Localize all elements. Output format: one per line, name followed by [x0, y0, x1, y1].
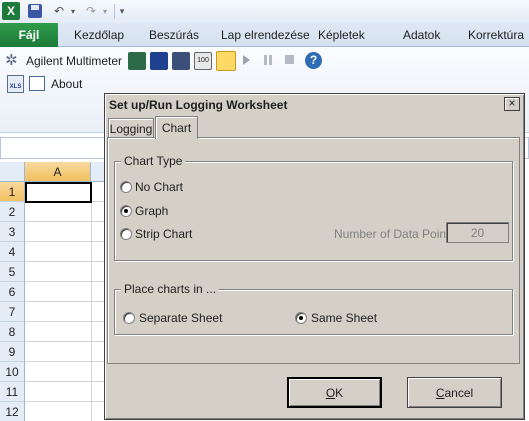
row-header[interactable]: 8 [0, 322, 25, 342]
tab-file[interactable]: Fájl [0, 23, 58, 47]
tab-formulas[interactable]: Képletek [318, 23, 365, 47]
stop-icon[interactable] [285, 55, 294, 64]
redo-icon[interactable]: ↷ [83, 3, 99, 19]
grid-row[interactable] [25, 262, 105, 282]
quick-access-toolbar: X ↶ ▾ ↷ ▾ ▾ [0, 0, 529, 23]
row-header[interactable]: 5 [0, 262, 25, 282]
row-header[interactable]: 4 [0, 242, 25, 262]
chart-setup-icon[interactable] [216, 51, 236, 71]
tab-data[interactable]: Adatok [403, 23, 440, 47]
chart-type-group [114, 161, 513, 261]
logging-setup-icon[interactable] [150, 52, 168, 70]
row-header[interactable]: 12 [0, 402, 25, 421]
separate-sheet-label[interactable]: Separate Sheet [139, 311, 222, 325]
column-header-a[interactable]: A [25, 162, 91, 182]
addin-name[interactable]: Agilent Multimeter [26, 54, 122, 68]
row-header[interactable]: 9 [0, 342, 25, 362]
grid-row[interactable] [25, 302, 105, 322]
row-header[interactable]: 10 [0, 362, 25, 382]
cancel-button[interactable]: Cancel [407, 377, 502, 408]
data-points-label: Number of Data Points [334, 227, 456, 241]
grid-row[interactable] [25, 342, 105, 362]
redo-dropdown-icon[interactable]: ▾ [100, 3, 110, 19]
customize-toolbar-icon[interactable]: ▾ [117, 3, 127, 19]
row-header[interactable]: 3 [0, 222, 25, 242]
multimeter-gear-icon: ✲ [5, 52, 18, 69]
chart-type-title: Chart Type [121, 154, 186, 168]
close-icon: × [508, 96, 516, 110]
worksheet-grid: A 1 2 3 4 5 6 7 8 9 10 11 12 [0, 162, 105, 421]
dialog-title: Set up/Run Logging Worksheet [107, 96, 522, 114]
strip-chart-label[interactable]: Strip Chart [135, 227, 192, 241]
help-icon[interactable]: ? [305, 52, 322, 69]
same-sheet-label[interactable]: Same Sheet [311, 311, 377, 325]
grid-row[interactable] [25, 242, 105, 262]
tab-insert[interactable]: Beszúrás [149, 23, 199, 47]
data-points-field[interactable]: 20 [446, 222, 509, 243]
row-header[interactable]: 6 [0, 282, 25, 302]
select-all-corner[interactable] [0, 162, 25, 182]
strip-chart-radio[interactable] [120, 228, 132, 240]
logging-worksheet-dialog: Set up/Run Logging Worksheet × Logging C… [104, 93, 525, 420]
undo-dropdown-icon[interactable]: ▾ [68, 3, 78, 19]
save-icon[interactable] [28, 4, 42, 18]
no-chart-label[interactable]: No Chart [135, 180, 183, 194]
tab-chart[interactable]: Chart [155, 116, 198, 139]
ok-button[interactable]: OK [287, 377, 382, 408]
measure-icon[interactable] [172, 52, 190, 70]
graph-radio[interactable] [120, 205, 132, 217]
tab-home[interactable]: Kezdőlap [74, 23, 124, 47]
data-points-icon[interactable]: 100 [194, 52, 212, 70]
column-divider [91, 182, 92, 421]
row-header[interactable]: 1 [0, 182, 25, 202]
grid-row[interactable] [25, 362, 105, 382]
no-chart-radio[interactable] [120, 181, 132, 193]
undo-icon[interactable]: ↶ [51, 3, 67, 19]
ribbon-tabs: Fájl Kezdőlap Beszúrás Lap elrendezése K… [0, 23, 529, 47]
row-header[interactable]: 7 [0, 302, 25, 322]
grid-row[interactable] [25, 282, 105, 302]
about-icon[interactable] [29, 76, 45, 91]
same-sheet-radio[interactable] [295, 312, 307, 324]
grid-row[interactable] [25, 402, 105, 421]
graph-label[interactable]: Graph [135, 204, 168, 218]
tab-logging[interactable]: Logging [108, 118, 154, 138]
about-label[interactable]: About [51, 77, 82, 91]
separate-sheet-radio[interactable] [123, 312, 135, 324]
row-header[interactable]: 2 [0, 202, 25, 222]
run-icon[interactable] [243, 55, 250, 65]
toolbar-separator [114, 4, 115, 19]
row-header[interactable]: 11 [0, 382, 25, 402]
grid-row[interactable] [25, 382, 105, 402]
grid-row[interactable] [25, 222, 105, 242]
chart-tab-panel: Chart Type No Chart Graph Strip Chart Nu… [107, 137, 520, 364]
grid-row[interactable] [25, 202, 105, 222]
grid-row[interactable] [25, 322, 105, 342]
close-button[interactable]: × [504, 97, 520, 111]
pause-icon[interactable] [264, 55, 272, 65]
place-charts-title: Place charts in ... [121, 282, 220, 296]
tab-page-layout[interactable]: Lap elrendezése [221, 23, 310, 47]
column-header-b[interactable] [91, 162, 105, 182]
excel-logo-icon[interactable]: X [2, 2, 20, 20]
xls-icon[interactable]: XLS [7, 75, 24, 93]
tab-review[interactable]: Korrektúra [468, 23, 524, 47]
selected-cell-a1[interactable] [25, 182, 92, 203]
connect-icon[interactable] [128, 52, 146, 70]
